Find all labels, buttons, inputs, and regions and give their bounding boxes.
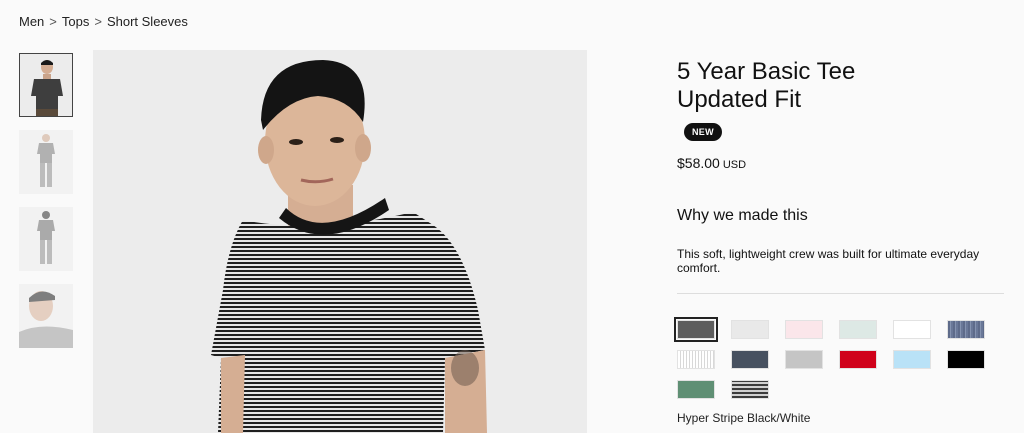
breadcrumb-separator: > [94,14,102,29]
thumbnail-list [19,53,74,361]
color-swatch[interactable] [839,350,877,369]
model-full-body-back-image [19,207,73,271]
model-wearing-striped-tee-image [93,50,587,433]
color-swatch[interactable] [674,317,718,342]
color-swatch[interactable] [731,380,769,399]
color-swatch[interactable] [677,380,715,399]
thumbnail-front-view[interactable] [19,53,73,117]
color-swatch[interactable] [947,320,985,339]
thumbnail-full-body-back[interactable] [19,207,73,271]
color-swatches [674,317,1007,399]
color-swatch[interactable] [893,320,931,339]
product-title: 5 Year Basic Tee Updated Fit [677,58,1007,114]
price: $58.00 USD [677,155,1007,171]
breadcrumb-tops[interactable]: Tops [62,14,89,29]
breadcrumb-men[interactable]: Men [19,14,44,29]
breadcrumb-short-sleeves[interactable]: Short Sleeves [107,14,188,29]
why-heading: Why we made this [677,207,808,224]
thumbnail-full-body-front[interactable] [19,130,73,194]
color-swatch[interactable] [947,350,985,369]
color-swatch[interactable] [785,320,823,339]
price-currency: USD [722,159,747,171]
product-info: 5 Year Basic Tee Updated Fit NEW $58.00 U… [674,58,1007,425]
selected-color-name: Hyper Stripe Black/White [677,411,811,425]
new-badge: NEW [684,123,722,141]
model-front-thumbnail-image [20,54,72,116]
color-swatch[interactable] [731,320,769,339]
color-swatch[interactable] [677,350,715,369]
divider [677,293,1004,294]
color-swatch[interactable] [839,320,877,339]
breadcrumb: Men > Tops > Short Sleeves [19,14,188,29]
model-full-body-front-image [19,130,73,194]
price-amount: $58.00 [677,155,720,171]
color-swatch[interactable] [731,350,769,369]
product-title-line-1: 5 Year Basic Tee [677,58,856,85]
color-swatch[interactable] [785,350,823,369]
model-close-up-image [19,284,73,348]
product-description: This soft, lightweight crew was built fo… [677,247,980,275]
breadcrumb-separator: > [49,14,57,29]
main-product-image[interactable] [93,50,587,433]
product-title-line-2: Updated Fit [677,86,802,113]
thumbnail-close-up[interactable] [19,284,73,348]
color-swatch[interactable] [893,350,931,369]
